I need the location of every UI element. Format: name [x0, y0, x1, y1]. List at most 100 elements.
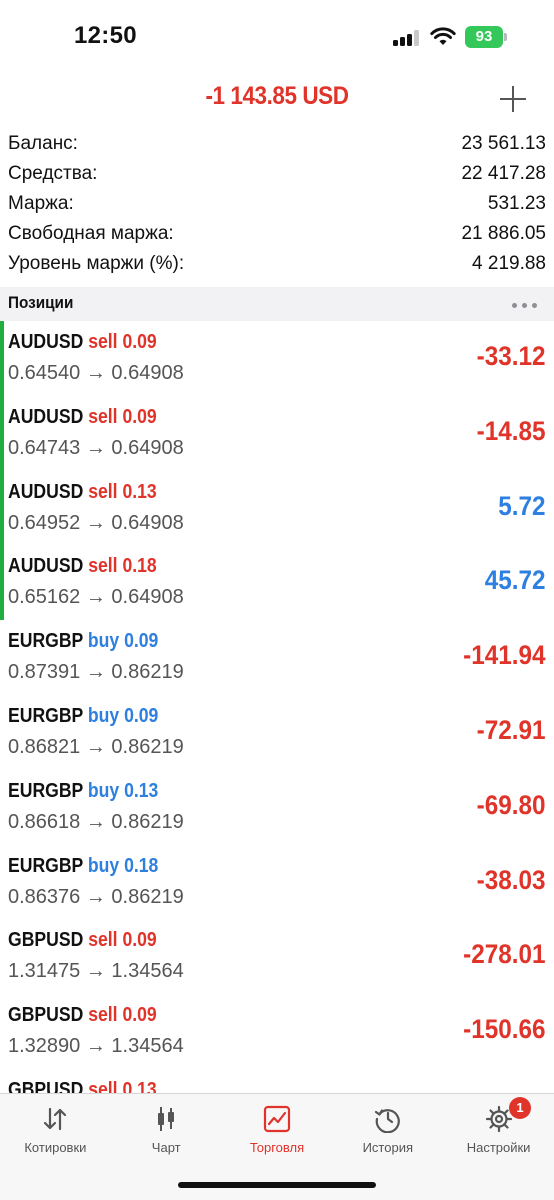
summary-label: Маржа:: [8, 193, 74, 214]
position-row[interactable]: GBPUSD sell 0.09 1.31475 → 1.34564 -278.…: [0, 919, 554, 994]
position-symbol: GBPUSD: [8, 1004, 84, 1027]
battery-level: 93: [465, 26, 503, 48]
position-side: sell: [88, 555, 118, 578]
summary-row-free-margin: Свободная маржа: 21 886.05: [0, 220, 554, 250]
position-profit: -69.80: [477, 789, 546, 820]
position-prices: 1.32890 → 1.34564: [8, 1035, 184, 1058]
position-prices: 0.86821 → 0.86219: [8, 735, 184, 758]
position-prices: 0.65162 → 0.64908: [8, 586, 184, 609]
status-bar: 12:50 93: [0, 0, 554, 76]
position-volume: 0.09: [122, 929, 157, 952]
position-symbol: AUDUSD: [8, 480, 84, 503]
position-volume: 0.09: [124, 630, 159, 653]
account-summary: Баланс: 23 561.13 Средства: 22 417.28 Ма…: [0, 130, 554, 280]
floating-profit-total: -1 143.85 USD: [205, 82, 349, 110]
position-symbol: EURGBP: [8, 630, 83, 653]
position-volume: 0.18: [124, 854, 159, 877]
tab-history[interactable]: История: [332, 1094, 443, 1166]
tab-chart[interactable]: Чарт: [111, 1094, 222, 1166]
position-prices: 0.86376 → 0.86219: [8, 885, 184, 908]
position-profit: -14.85: [477, 415, 546, 446]
summary-row-balance: Баланс: 23 561.13: [0, 130, 554, 160]
tab-label: История: [362, 1140, 413, 1155]
position-prices: 0.87391 → 0.86219: [8, 661, 184, 684]
position-profit: -150.66: [463, 1014, 546, 1045]
battery-icon: 93: [465, 26, 507, 48]
position-accent-bar: [0, 321, 4, 396]
position-symbol: AUDUSD: [8, 331, 84, 353]
position-volume: 0.13: [122, 1078, 157, 1093]
summary-value: 4 219.88: [472, 253, 546, 274]
positions-list[interactable]: AUDUSD sell 0.09 0.64540 → 0.64908 -33.1…: [0, 321, 554, 1093]
summary-row-margin-level: Уровень маржи (%): 4 219.88: [0, 250, 554, 280]
summary-value: 22 417.28: [461, 163, 546, 184]
position-volume: 0.13: [122, 480, 157, 503]
position-symbol: AUDUSD: [8, 405, 84, 428]
position-symbol: GBPUSD: [8, 929, 84, 952]
position-row[interactable]: GBPUSD sell 0.09 1.32890 → 1.34564 -150.…: [0, 994, 554, 1069]
position-row[interactable]: EURGBP buy 0.18 0.86376 → 0.86219 -38.03: [0, 845, 554, 920]
position-row[interactable]: AUDUSD sell 0.09 0.64743 → 0.64908 -14.8…: [0, 395, 554, 471]
summary-label: Уровень маржи (%):: [8, 253, 185, 274]
position-prices: 0.86618 → 0.86219: [8, 810, 184, 833]
summary-label: Свободная маржа:: [8, 223, 174, 244]
tab-settings[interactable]: Настройки: [443, 1094, 554, 1166]
position-volume: 0.18: [122, 555, 157, 578]
position-row[interactable]: EURGBP buy 0.09 0.86821 → 0.86219 -72.91: [0, 695, 554, 770]
trade-chart-icon: [263, 1105, 291, 1133]
position-volume: 0.09: [122, 405, 157, 428]
trade-header: -1 143.85 USD: [0, 76, 554, 126]
summary-value: 531.23: [487, 193, 546, 214]
position-accent-bar: [0, 545, 4, 621]
position-row[interactable]: EURGBP buy 0.09 0.87391 → 0.86219 -141.9…: [0, 620, 554, 695]
positions-title: Позиции: [8, 293, 74, 312]
cellular-signal-icon: [393, 30, 421, 46]
position-symbol: EURGBP: [8, 854, 83, 877]
position-accent-bar: [0, 395, 4, 471]
position-profit: -278.01: [463, 939, 546, 970]
summary-row-equity: Средства: 22 417.28: [0, 160, 554, 190]
summary-label: Средства:: [8, 163, 98, 184]
position-side: buy: [87, 630, 120, 653]
position-side: buy: [87, 854, 120, 877]
position-profit: -141.94: [463, 640, 546, 671]
position-side: buy: [87, 704, 120, 727]
position-prices: 1.31475 → 1.34564: [8, 960, 184, 983]
position-prices: 0.64540 → 0.64908: [8, 362, 184, 384]
position-row[interactable]: GBPUSD sell 0.13: [0, 1069, 554, 1093]
position-row[interactable]: AUDUSD sell 0.09 0.64540 → 0.64908 -33.1…: [0, 321, 554, 396]
tab-label: Торговля: [249, 1140, 305, 1155]
tab-quotes[interactable]: Котировки: [0, 1094, 111, 1166]
wifi-icon: [430, 27, 456, 45]
quotes-arrows-icon: [44, 1107, 67, 1131]
more-options-icon[interactable]: [512, 303, 538, 308]
position-row[interactable]: AUDUSD sell 0.18 0.65162 → 0.64908 45.72: [0, 545, 554, 621]
position-profit: 5.72: [498, 490, 546, 521]
candlestick-chart-icon: [158, 1107, 175, 1131]
position-prices: 0.64952 → 0.64908: [8, 511, 184, 534]
position-side: sell: [88, 480, 118, 503]
position-side: buy: [87, 779, 120, 802]
status-time: 12:50: [74, 22, 137, 49]
tab-label: Настройки: [466, 1140, 531, 1155]
position-profit: 45.72: [485, 565, 546, 596]
position-symbol: EURGBP: [8, 779, 83, 802]
positions-section-header: Позиции: [0, 287, 554, 321]
position-symbol: AUDUSD: [8, 555, 84, 578]
settings-notification-badge: 1: [509, 1097, 531, 1119]
position-symbol: EURGBP: [8, 704, 83, 727]
position-side: sell: [88, 405, 118, 428]
tab-label: Котировки: [24, 1140, 87, 1155]
new-order-plus-icon[interactable]: [500, 86, 526, 112]
position-row[interactable]: EURGBP buy 0.13 0.86618 → 0.86219 -69.80: [0, 770, 554, 845]
history-clock-icon: [374, 1109, 400, 1133]
position-profit: -38.03: [477, 864, 546, 895]
position-profit: -72.91: [477, 714, 546, 745]
position-side: sell: [88, 1004, 118, 1027]
tab-trade[interactable]: Торговля: [222, 1094, 333, 1166]
position-symbol: GBPUSD: [8, 1078, 84, 1093]
position-row[interactable]: AUDUSD sell 0.13 0.64952 → 0.64908 5.72: [0, 470, 554, 546]
position-profit: -33.12: [477, 341, 546, 371]
summary-row-margin: Маржа: 531.23: [0, 190, 554, 220]
position-side: sell: [88, 1078, 118, 1093]
